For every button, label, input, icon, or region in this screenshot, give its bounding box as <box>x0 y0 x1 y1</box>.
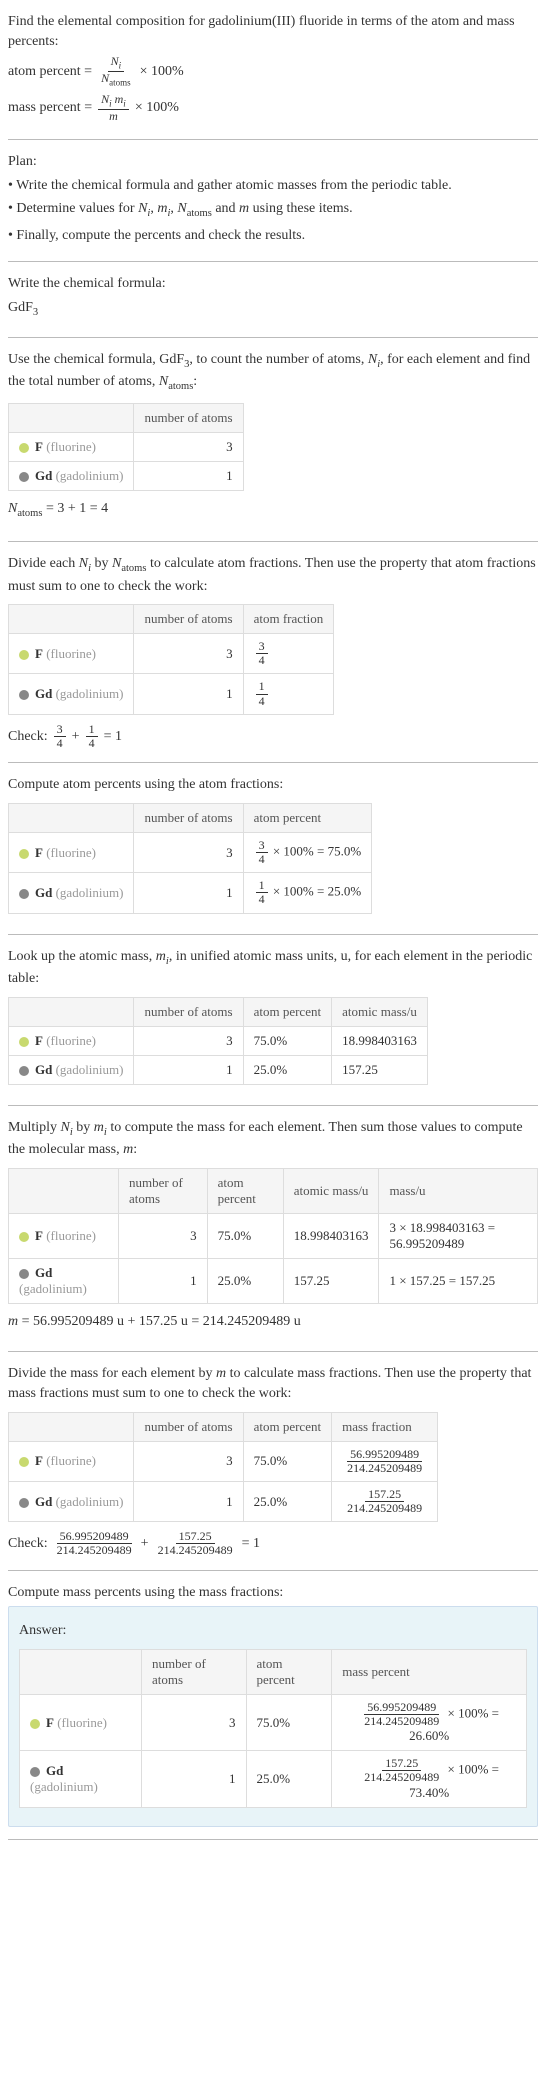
answer-box: Answer: number of atomsatom percentmass … <box>8 1606 538 1826</box>
plan-bullet: • Determine values for Ni, mi, Natoms an… <box>8 199 538 221</box>
mass-compute-text: Multiply Ni by mi to compute the mass fo… <box>8 1118 538 1160</box>
fraction: Ni mi m <box>98 93 129 123</box>
element-dot-icon <box>19 443 29 453</box>
massfrac-text: Divide the mass for each element by m to… <box>8 1364 538 1403</box>
table-row: Gd (gadolinium) 1 25.0% 157.25 <box>9 1055 428 1084</box>
mass-percent-formula: mass percent = Ni mi m × 100% <box>8 93 538 123</box>
atomfrac-section: Divide each Ni by Natoms to calculate at… <box>8 554 538 763</box>
element-dot-icon <box>19 889 29 899</box>
atomfrac-text: Divide each Ni by Natoms to calculate at… <box>8 554 538 596</box>
plan-section: Plan: • Write the chemical formula and g… <box>8 152 538 262</box>
massfrac-table: number of atomsatom percentmass fraction… <box>8 1412 438 1523</box>
count-section: Use the chemical formula, GdF3, to count… <box>8 350 538 542</box>
element-dot-icon <box>19 650 29 660</box>
element-dot-icon <box>19 1037 29 1047</box>
table-row: Gd (gadolinium) 1 25.0% 157.25214.245209… <box>20 1751 527 1807</box>
intro-prompt: Find the elemental composition for gadol… <box>8 12 538 51</box>
element-dot-icon <box>19 1457 29 1467</box>
element-dot-icon <box>19 1498 29 1508</box>
element-dot-icon <box>19 849 29 859</box>
count-text: Use the chemical formula, GdF3, to count… <box>8 350 538 395</box>
mass-compute-table: number of atomsatom percentatomic mass/u… <box>8 1168 538 1304</box>
plan-heading: Plan: <box>8 152 538 172</box>
element-dot-icon <box>30 1767 40 1777</box>
table-row: Gd (gadolinium) 1 14 <box>9 674 334 714</box>
element-dot-icon <box>19 472 29 482</box>
final-section: Compute mass percents using the mass fra… <box>8 1583 538 1840</box>
table-row: Gd (gadolinium) 1 25.0% 157.25 1 × 157.2… <box>9 1258 538 1303</box>
check-line: Check: 56.995209489214.245209489 + 157.2… <box>8 1530 538 1557</box>
mass-lookup-table: number of atomsatom percentatomic mass/u… <box>8 997 428 1085</box>
plan-bullet: • Finally, compute the percents and chec… <box>8 226 538 246</box>
mass-compute-section: Multiply Ni by mi to compute the mass fo… <box>8 1118 538 1353</box>
formula-section: Write the chemical formula: GdF3 <box>8 274 538 337</box>
molecular-mass-equation: m = 56.995209489 u + 157.25 u = 214.2452… <box>8 1312 538 1332</box>
element-dot-icon <box>19 690 29 700</box>
formula-heading: Write the chemical formula: <box>8 274 538 294</box>
atompercent-table: number of atomsatom percent F (fluorine)… <box>8 803 372 914</box>
massfrac-section: Divide the mass for each element by m to… <box>8 1364 538 1570</box>
table-row: F (fluorine) 3 75.0% 56.995209489214.245… <box>20 1694 527 1750</box>
element-dot-icon <box>19 1232 29 1242</box>
atoms-table: number of atoms F (fluorine) 3 Gd (gadol… <box>8 403 244 491</box>
answer-table: number of atomsatom percentmass percent … <box>19 1649 527 1808</box>
plan-bullet: • Write the chemical formula and gather … <box>8 176 538 196</box>
natoms-equation: Natoms = 3 + 1 = 4 <box>8 499 538 521</box>
element-dot-icon <box>19 1269 29 1279</box>
atom-percent-formula: atom percent = Ni Natoms × 100% <box>8 55 538 89</box>
mass-lookup-section: Look up the atomic mass, mi, in unified … <box>8 947 538 1106</box>
table-row: F (fluorine) 3 <box>9 432 244 461</box>
element-dot-icon <box>19 1066 29 1076</box>
fraction: Ni Natoms <box>98 55 134 89</box>
table-row: F (fluorine) 3 34 × 100% = 75.0% <box>9 832 372 872</box>
answer-label: Answer: <box>19 1621 527 1641</box>
element-dot-icon <box>30 1719 40 1729</box>
table-row: Gd (gadolinium) 1 <box>9 461 244 490</box>
mass-lookup-text: Look up the atomic mass, mi, in unified … <box>8 947 538 989</box>
atompercent-text: Compute atom percents using the atom fra… <box>8 775 538 795</box>
table-row: F (fluorine) 3 75.0% 56.995209489214.245… <box>9 1441 438 1481</box>
table-row: Gd (gadolinium) 1 25.0% 157.25214.245209… <box>9 1481 438 1521</box>
chemical-formula: GdF3 <box>8 298 538 320</box>
atomfrac-table: number of atomsatom fraction F (fluorine… <box>8 604 334 715</box>
table-row: F (fluorine) 3 75.0% 18.998403163 3 × 18… <box>9 1213 538 1258</box>
final-text: Compute mass percents using the mass fra… <box>8 1583 538 1603</box>
atompercent-section: Compute atom percents using the atom fra… <box>8 775 538 934</box>
check-line: Check: 34 + 14 = 1 <box>8 723 538 750</box>
table-row: Gd (gadolinium) 1 14 × 100% = 25.0% <box>9 873 372 913</box>
table-row: F (fluorine) 3 34 <box>9 634 334 674</box>
table-row: F (fluorine) 3 75.0% 18.998403163 <box>9 1026 428 1055</box>
intro-section: Find the elemental composition for gadol… <box>8 12 538 140</box>
